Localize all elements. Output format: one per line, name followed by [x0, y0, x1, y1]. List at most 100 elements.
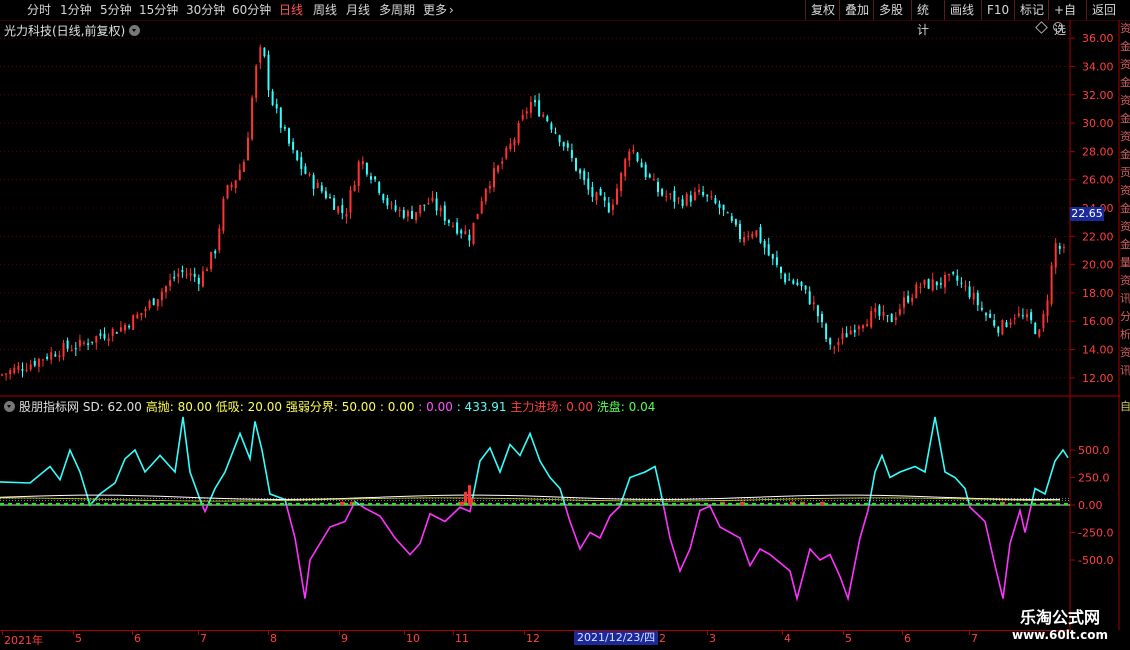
- candle-body: [13, 367, 16, 374]
- candle-body: [1046, 300, 1049, 317]
- chevron-down-icon[interactable]: [4, 401, 15, 412]
- wash-bar: [56, 503, 60, 505]
- candle-body: [25, 369, 28, 372]
- candle-body: [107, 338, 110, 342]
- candle-body: [554, 132, 557, 134]
- wash-bar: [608, 503, 612, 505]
- wash-bar: [1048, 503, 1052, 505]
- price-axis-label: 22.00: [1082, 230, 1114, 243]
- candle-body: [226, 185, 229, 199]
- candle-body: [599, 188, 602, 196]
- candle-body: [911, 297, 914, 302]
- candle-body: [156, 299, 159, 307]
- wash-bar: [1056, 503, 1060, 505]
- candle-body: [29, 364, 32, 370]
- date-label: 7: [200, 632, 207, 645]
- wash-bar: [896, 503, 900, 505]
- zhuli-value: 主力进场: 0.00: [510, 400, 593, 414]
- candle-body: [862, 325, 864, 329]
- wash-bar: [72, 503, 76, 505]
- wash-bar: [872, 503, 876, 505]
- candle-body: [825, 324, 828, 340]
- candle-body: [160, 291, 163, 301]
- right-side-panel[interactable]: 资金资金资金资金贡资金资金量资讯分析资讯: [1120, 20, 1130, 398]
- wash-bar: [360, 503, 364, 505]
- candle-body: [497, 165, 500, 172]
- candle-body: [956, 275, 959, 281]
- indicator-name: 股朋指标网: [19, 400, 80, 414]
- candle-body: [886, 315, 889, 317]
- candle-body: [857, 326, 860, 330]
- candle-body: [493, 168, 495, 188]
- candle-body: [747, 235, 750, 237]
- v3-value: : 433.91: [456, 400, 507, 414]
- candle-body: [148, 301, 151, 308]
- candle-body: [435, 198, 438, 211]
- date-label: 9: [341, 632, 348, 645]
- candle-body: [743, 237, 746, 243]
- candle-body: [648, 174, 651, 178]
- candle-body: [706, 194, 709, 197]
- candle-body: [247, 137, 249, 161]
- candle-body: [296, 150, 299, 161]
- wash-bar: [784, 503, 788, 505]
- candle-body: [501, 161, 504, 164]
- price-axis-label: 26.00: [1082, 174, 1114, 187]
- candle-body: [894, 317, 897, 321]
- price-axis-label: 12.00: [1082, 372, 1114, 385]
- candle-body: [513, 139, 516, 146]
- wash-bar: [376, 503, 380, 505]
- candle-body: [587, 178, 590, 190]
- candle-body: [632, 150, 635, 152]
- candle-body: [259, 47, 262, 63]
- candle-body: [960, 282, 963, 284]
- candle-body: [997, 326, 1000, 333]
- candle-body: [267, 54, 270, 91]
- candle-body: [993, 320, 996, 326]
- candle-body: [784, 273, 787, 283]
- candle-body: [456, 222, 459, 234]
- candle-body: [751, 233, 754, 238]
- candle-body: [837, 341, 840, 346]
- candle-body: [915, 284, 918, 298]
- candle-body: [300, 157, 303, 169]
- candle-body: [874, 308, 877, 312]
- right-side-panel-bottom[interactable]: 自: [1120, 398, 1130, 412]
- candle-body: [652, 179, 655, 181]
- candle-body: [673, 190, 676, 202]
- wash-bar: [1000, 503, 1004, 505]
- candle-body: [394, 205, 397, 211]
- candle-body: [447, 219, 450, 223]
- candle-body: [320, 185, 323, 192]
- candle-body: [218, 228, 221, 251]
- candle-body: [411, 211, 413, 219]
- candle-body: [853, 329, 856, 333]
- wash-bar: [864, 503, 868, 505]
- candle-body: [927, 279, 930, 289]
- indicator-axis-label: 500.0: [1078, 444, 1110, 457]
- price-axis-label: 16.00: [1082, 315, 1114, 328]
- candle-body: [214, 250, 217, 254]
- wash-bar: [760, 503, 764, 505]
- wash-bar: [352, 503, 356, 505]
- wash-bar: [832, 503, 836, 505]
- wash-bar: [216, 503, 220, 505]
- candle-body: [980, 307, 983, 310]
- wash-bar: [816, 503, 820, 505]
- date-label: 10: [406, 632, 420, 645]
- candle-body: [767, 244, 770, 256]
- candle-body: [964, 285, 967, 287]
- candle-body: [550, 123, 553, 130]
- candle-body: [521, 114, 524, 120]
- candle-body: [657, 181, 659, 193]
- candle-body: [976, 292, 979, 306]
- wash-bar: [272, 503, 276, 505]
- candle-body: [288, 128, 290, 144]
- wash-bar: [240, 503, 244, 505]
- candle-body: [714, 198, 717, 204]
- wash-bar: [616, 503, 620, 505]
- candle-body: [33, 360, 36, 366]
- candle-body: [620, 172, 623, 191]
- price-axis-label: 20.00: [1082, 259, 1114, 272]
- candle-body: [5, 373, 8, 375]
